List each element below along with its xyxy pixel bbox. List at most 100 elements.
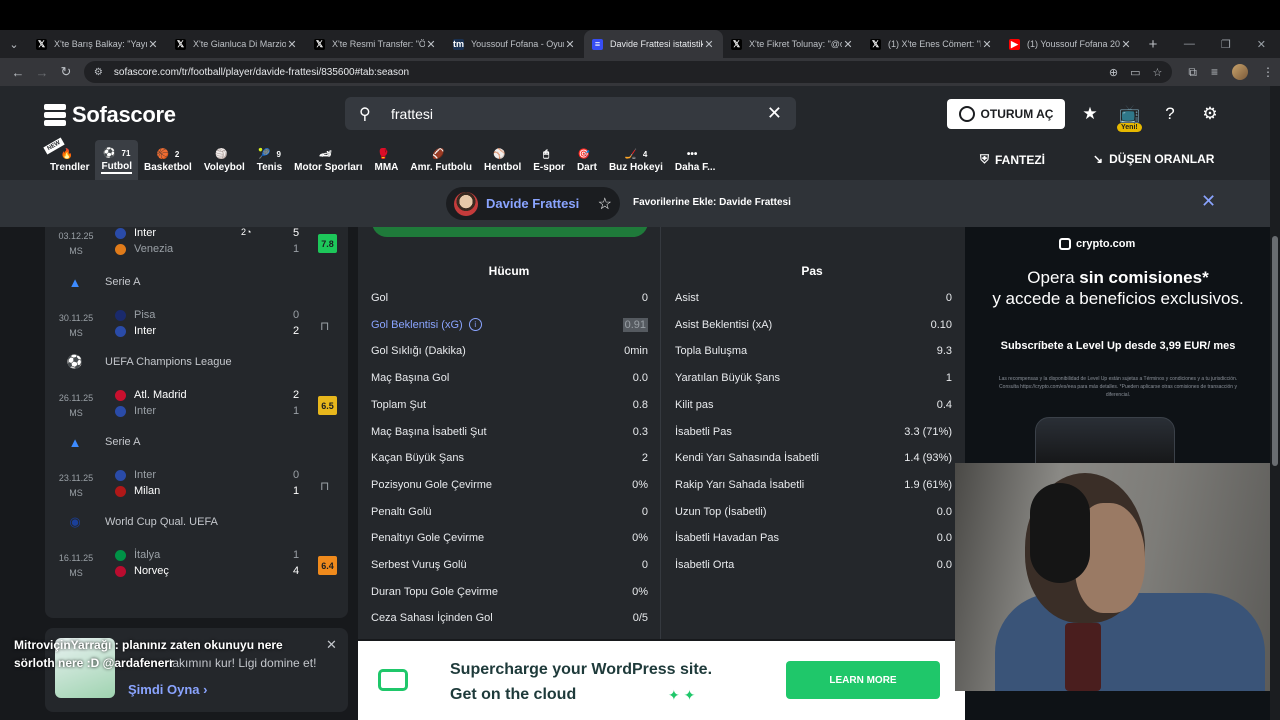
- reading-list-icon[interactable]: ≡: [1211, 65, 1218, 79]
- stat-label: Kendi Yarı Sahasında İsabetli: [675, 452, 819, 465]
- sport-label: Buz Hokeyi: [608, 162, 663, 173]
- sport-count: 4: [642, 149, 648, 159]
- sport-tab[interactable]: 🎾 9 Tenis: [251, 140, 288, 180]
- sport-tab[interactable]: ⚾ Hentbol: [478, 140, 527, 180]
- sport-tab[interactable]: 🥊 MMA: [368, 140, 404, 180]
- bookmark-star-icon[interactable]: ☆: [1153, 66, 1163, 79]
- browser-tab[interactable]: 𝕏 (1) X'te Enes Cömert: "Ma ✕: [862, 30, 1001, 58]
- minimize-icon[interactable]: —: [1184, 38, 1195, 51]
- settings-gear-icon[interactable]: ⚙: [1199, 104, 1221, 124]
- site-info-icon[interactable]: ⚙: [94, 67, 106, 78]
- sport-tab[interactable]: 🏐 Voleybol: [198, 140, 251, 180]
- browser-tab[interactable]: 𝕏 X'te Barış Balkay: "Yayınd ✕: [28, 30, 167, 58]
- tv-icon[interactable]: 📺: [1119, 104, 1141, 124]
- sport-tab[interactable]: ⚽ 71 Futbol: [95, 140, 139, 180]
- home-team: Inter: [115, 227, 156, 239]
- stat-value: 3.3 (71%): [904, 425, 952, 438]
- sport-tab[interactable]: 🏀 2 Basketbol: [138, 140, 198, 180]
- search-box[interactable]: ⚲ frattesi ✕: [345, 97, 796, 130]
- close-tab-icon[interactable]: ✕: [1120, 38, 1132, 51]
- favorites-star-icon[interactable]: ★: [1079, 104, 1101, 124]
- league-header[interactable]: ⚽ UEFA Champions League: [45, 347, 348, 377]
- zoom-icon[interactable]: ⊕: [1109, 66, 1118, 79]
- sofascore-logo[interactable]: Sofascore: [44, 102, 176, 128]
- attack-heading: Hücum: [488, 264, 530, 278]
- dropping-odds-link[interactable]: ↘ DÜŞEN ORANLAR: [1093, 152, 1214, 166]
- dropping-odds-label: DÜŞEN ORANLAR: [1109, 152, 1215, 166]
- omnibox[interactable]: ⚙ sofascore.com/tr/football/player/david…: [83, 61, 1173, 83]
- restore-icon[interactable]: ❐: [1221, 38, 1231, 51]
- match-row[interactable]: 26.11.25 MS Atl. Madrid Inter 2 1 6.5: [45, 387, 348, 427]
- away-score: 2: [292, 325, 300, 337]
- info-icon[interactable]: i: [468, 318, 482, 332]
- close-window-icon[interactable]: ✕: [1257, 38, 1266, 51]
- league-icon: ▲: [68, 434, 82, 450]
- sofascore-logo-icon: [44, 104, 66, 126]
- learn-more-button[interactable]: LEARN MORE: [786, 661, 940, 699]
- match-row[interactable]: 23.11.25 MS Inter Milan 0 1 ⊓: [45, 467, 348, 507]
- stat-row[interactable]: Gol Beklentisi (xG) i 0.91: [371, 312, 648, 338]
- toast-close-icon[interactable]: ✕: [326, 637, 337, 653]
- wordpress-ad-banner[interactable]: Supercharge your WordPress site. Get on …: [358, 641, 965, 720]
- stat-label-link[interactable]: Gol Beklentisi (xG) i: [371, 318, 482, 332]
- close-tab-icon[interactable]: ✕: [425, 38, 437, 51]
- browser-tab[interactable]: 𝕏 X'te Gianluca Di Marzio: " ✕: [167, 30, 306, 58]
- match-row[interactable]: 30.11.25 MS Pisa Inter 0 2 ⊓: [45, 307, 348, 347]
- sport-tab[interactable]: 🏎 Motor Sporları: [288, 140, 368, 180]
- sport-label: Tenis: [256, 162, 283, 173]
- back-icon[interactable]: ←: [6, 65, 30, 80]
- browser-tab[interactable]: 𝕏 X'te Resmi Transfer: "ÖZE ✕: [306, 30, 445, 58]
- browser-tab[interactable]: 𝕏 X'te Fikret Tolunay: "@og ✕: [723, 30, 862, 58]
- match-row[interactable]: 03.12.25 MS Inter Venezia 2◔ 5 1 7.8: [45, 227, 348, 265]
- close-tab-icon[interactable]: ✕: [703, 38, 715, 51]
- chat-line-2: sörloth nere :D @ardafenerr: [14, 656, 174, 670]
- close-tab-icon[interactable]: ✕: [981, 38, 993, 51]
- favorite-star-icon[interactable]: ☆: [598, 194, 612, 214]
- reload-icon[interactable]: ↻: [54, 64, 78, 80]
- close-tab-icon[interactable]: ✕: [286, 38, 298, 51]
- sport-tab[interactable]: 🎯 Dart: [571, 140, 603, 180]
- player-pill[interactable]: Davide Frattesi ☆: [446, 187, 620, 220]
- away-team: Milan: [115, 485, 160, 497]
- forward-icon[interactable]: →: [30, 65, 54, 80]
- menu-kebab-icon[interactable]: ⋮: [1262, 65, 1274, 79]
- league-header[interactable]: ◉ World Cup Qual. UEFA: [45, 507, 348, 537]
- browser-tab[interactable]: ▶ (1) Youssouf Fofana 2024 ✕: [1001, 30, 1140, 58]
- close-bar-icon[interactable]: ✕: [1201, 191, 1216, 212]
- browser-tab[interactable]: ≡ Davide Frattesi istatistikle ✕: [584, 30, 723, 58]
- play-now-link[interactable]: Şimdi Oyna ›: [128, 682, 207, 697]
- extensions-icon[interactable]: ⧉: [1188, 65, 1197, 80]
- bench-icon: ⊓: [320, 479, 330, 493]
- close-tab-icon[interactable]: ✕: [564, 38, 576, 51]
- clear-search-icon[interactable]: ✕: [767, 103, 782, 124]
- login-button[interactable]: OTURUM AÇ: [947, 99, 1065, 129]
- page-scrollbar[interactable]: [1270, 86, 1280, 720]
- green-action-button[interactable]: [372, 227, 648, 237]
- league-header[interactable]: ▲ Serie A: [45, 427, 348, 457]
- fantasy-link[interactable]: ⛨ FANTEZİ: [980, 152, 1045, 167]
- sport-tab[interactable]: ••• Daha F...: [669, 140, 722, 180]
- search-input[interactable]: frattesi: [391, 106, 767, 122]
- cast-icon[interactable]: ▭: [1130, 66, 1140, 79]
- profile-avatar[interactable]: [1232, 64, 1248, 80]
- sport-tab[interactable]: 🏒 4 Buz Hokeyi: [603, 140, 669, 180]
- sport-label: Motor Sporları: [294, 162, 363, 173]
- match-row[interactable]: 16.11.25 MS İtalya Norveç 1 4 6.4: [45, 547, 348, 587]
- tab-search-chevron-icon[interactable]: ⌄: [0, 38, 28, 51]
- sport-label: Voleybol: [203, 162, 245, 173]
- close-tab-icon[interactable]: ✕: [147, 38, 159, 51]
- sport-tab[interactable]: NEW 🔥 Trendler: [43, 137, 95, 180]
- player-sticky-bar: Davide Frattesi ☆ Favorilerine Ekle: Dav…: [0, 180, 1270, 227]
- sports-nav: NEW 🔥 Trendler ⚽ 71 Futbol 🏀 2 Basketbol 🏐 Vol…: [43, 137, 722, 180]
- league-header[interactable]: ▲ Serie A: [45, 267, 348, 297]
- close-tab-icon[interactable]: ✕: [842, 38, 854, 51]
- league-name: Serie A: [105, 276, 141, 288]
- sport-tab[interactable]: 🖱 E-spor: [527, 140, 571, 180]
- url-text[interactable]: sofascore.com/tr/football/player/davide-…: [114, 67, 1109, 78]
- sport-tab[interactable]: 🏈 Amr. Futbolu: [404, 140, 478, 180]
- stat-row: İsabetli Orta 0.0: [675, 552, 952, 578]
- scrollbar-thumb[interactable]: [1272, 236, 1278, 466]
- help-icon[interactable]: ?: [1159, 104, 1181, 124]
- new-tab-button[interactable]: +: [1140, 36, 1166, 53]
- browser-tab[interactable]: tm Youssouf Fofana - Oyuncu ✕: [445, 30, 584, 58]
